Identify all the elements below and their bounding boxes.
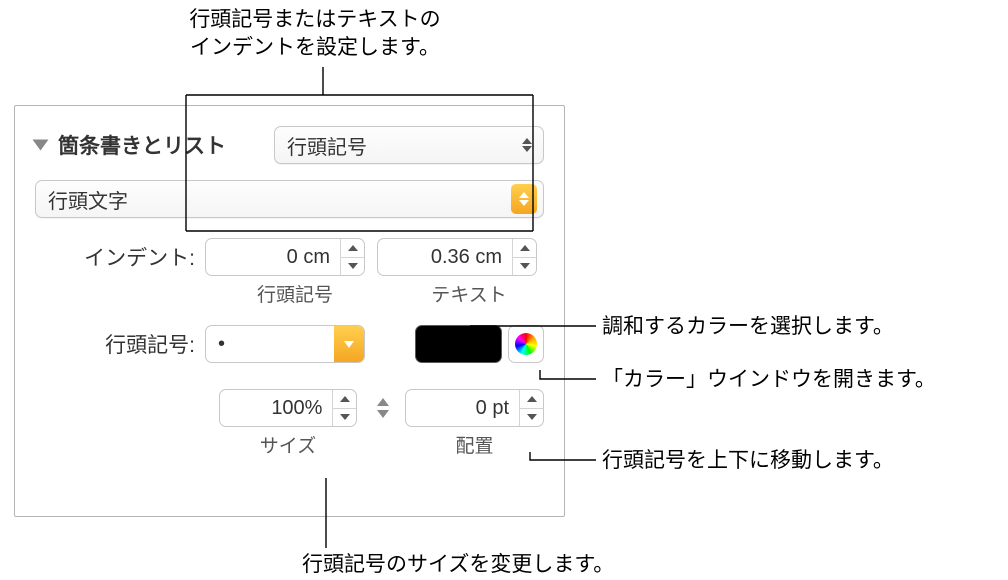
vertical-move-icon <box>373 391 393 425</box>
size-sublabel: サイズ <box>219 431 358 458</box>
bullet-glyph-value: • <box>206 333 334 356</box>
bullet-align-stepper[interactable]: 0 pt <box>405 389 544 427</box>
step-down[interactable] <box>341 258 364 276</box>
color-wheel-icon <box>515 333 537 355</box>
bullet-align-value: 0 pt <box>406 397 519 420</box>
step-down[interactable] <box>520 409 543 427</box>
section-title: 箇条書きとリスト <box>58 130 264 160</box>
stepper-buttons[interactable] <box>512 239 536 275</box>
callout-color-picker-text: 「カラー」ウインドウを開きます。 <box>602 368 936 391</box>
bullet-indent-sublabel: 行頭記号 <box>220 280 370 307</box>
list-style-value: 行頭文字 <box>48 185 511 214</box>
chevron-up-down-icon <box>517 138 537 152</box>
step-down[interactable] <box>513 258 536 276</box>
color-picker-button[interactable] <box>508 325 544 363</box>
bullet-indent-stepper[interactable]: 0 cm <box>205 238 365 276</box>
indent-label: インデント: <box>35 242 205 272</box>
bullet-glyph-dropdown[interactable]: • <box>205 325 365 363</box>
step-down[interactable] <box>333 409 356 427</box>
bullet-size-stepper[interactable]: 100% <box>219 389 358 427</box>
chevron-down-icon <box>334 326 364 362</box>
callout-align-text: 行頭記号を上下に移動します。 <box>602 449 894 472</box>
step-up[interactable] <box>333 390 356 409</box>
bullet-indent-value: 0 cm <box>206 246 340 269</box>
disclosure-triangle[interactable] <box>33 140 49 151</box>
list-style-popup[interactable]: 行頭文字 <box>35 180 544 218</box>
callout-indent: 行頭記号またはテキストの インデントを設定します。 <box>50 6 580 63</box>
text-indent-sublabel: テキスト <box>394 280 544 307</box>
stepper-buttons[interactable] <box>340 239 364 275</box>
stepper-buttons[interactable] <box>332 390 356 426</box>
bullet-color-well[interactable] <box>415 325 502 363</box>
bullet-size-value: 100% <box>220 397 333 420</box>
step-up[interactable] <box>513 239 536 258</box>
stepper-buttons[interactable] <box>519 390 543 426</box>
step-up[interactable] <box>341 239 364 258</box>
bullet-list-style-popup[interactable]: 行頭記号 <box>274 126 544 164</box>
bullet-list-style-value: 行頭記号 <box>287 131 517 160</box>
callout-align: 行頭記号を上下に移動します。 <box>602 447 894 475</box>
text-indent-value: 0.36 cm <box>378 246 512 269</box>
align-sublabel: 配置 <box>405 431 544 458</box>
step-up[interactable] <box>520 390 543 409</box>
format-panel: 箇条書きとリスト 行頭記号 行頭文字 インデント: 0 cm 0.36 cm <box>14 105 565 517</box>
callout-size: 行頭記号のサイズを変更します。 <box>302 551 614 579</box>
bullet-label: 行頭記号: <box>35 329 205 359</box>
callout-size-text: 行頭記号のサイズを変更します。 <box>302 553 614 576</box>
callout-indent-text: 行頭記号またはテキストの インデントを設定します。 <box>189 8 440 59</box>
callout-color-well: 調和するカラーを選択します。 <box>602 313 894 341</box>
callout-color-picker: 「カラー」ウインドウを開きます。 <box>602 366 936 394</box>
callout-color-well-text: 調和するカラーを選択します。 <box>602 315 894 338</box>
chevron-up-down-icon <box>511 184 537 214</box>
text-indent-stepper[interactable]: 0.36 cm <box>377 238 537 276</box>
